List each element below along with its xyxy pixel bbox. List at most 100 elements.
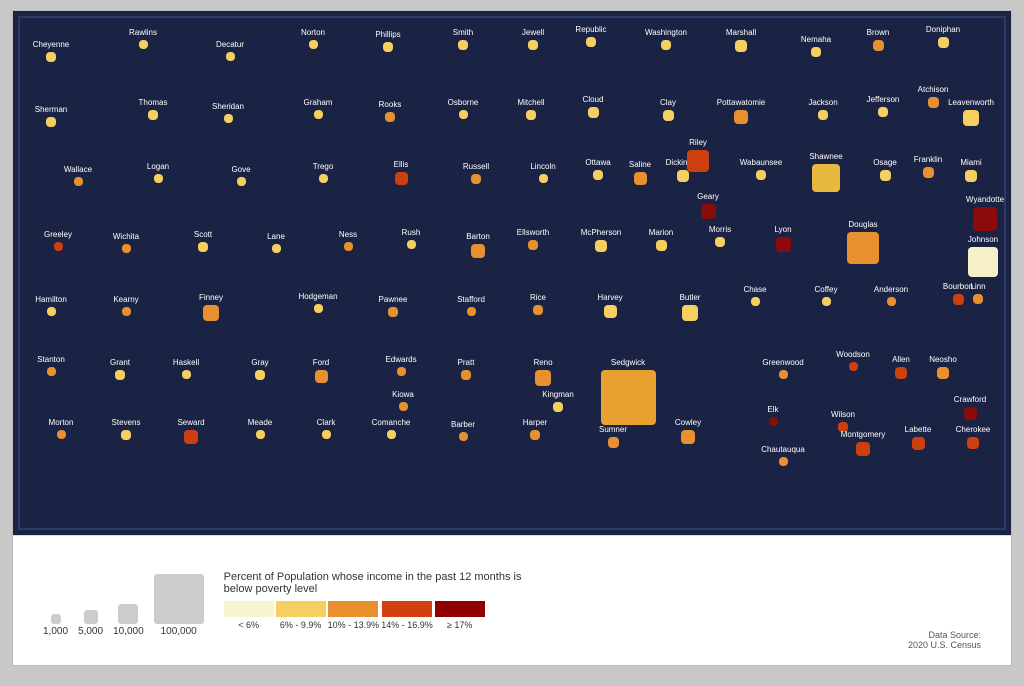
county-jefferson[interactable]: Jefferson	[863, 96, 903, 117]
county-nemaha[interactable]: Nemaha	[796, 36, 836, 57]
county-cowley[interactable]: Cowley	[666, 419, 710, 444]
county-hamilton[interactable]: Hamilton	[32, 296, 71, 316]
county-saline[interactable]: Saline	[619, 161, 662, 185]
county-rawlins[interactable]: Rawlins	[124, 29, 163, 49]
county-hodgeman[interactable]: Hodgeman	[299, 293, 338, 313]
county-rooks[interactable]: Rooks	[370, 101, 410, 122]
county-rush[interactable]: Rush	[392, 229, 431, 249]
county-haskell[interactable]: Haskell	[167, 359, 206, 379]
county-cloud[interactable]: Cloud	[573, 96, 614, 118]
county-thomas[interactable]: Thomas	[133, 99, 173, 120]
county-ness[interactable]: Ness	[329, 231, 368, 251]
county-gove[interactable]: Gove	[222, 166, 261, 186]
county-washington[interactable]: Washington	[646, 29, 686, 50]
county-kingman[interactable]: Kingman	[538, 391, 578, 412]
county-montgomery[interactable]: Montgomery	[841, 431, 885, 456]
county-wichita[interactable]: Wichita	[107, 233, 146, 253]
county-graham[interactable]: Graham	[299, 99, 338, 119]
county-scott[interactable]: Scott	[183, 231, 223, 252]
county-mcpherson[interactable]: McPherson	[580, 229, 622, 252]
county-edwards[interactable]: Edwards	[382, 356, 421, 376]
county-coffey[interactable]: Coffey	[807, 286, 846, 306]
county-wallace[interactable]: Wallace	[59, 166, 98, 186]
county-grant[interactable]: Grant	[100, 359, 140, 380]
county-seward[interactable]: Seward	[169, 419, 213, 444]
county-ellsworth[interactable]: Ellsworth	[513, 229, 553, 250]
county-comanche[interactable]: Comanche	[372, 419, 411, 439]
county-greenwood[interactable]: Greenwood	[764, 359, 803, 379]
county-morris[interactable]: Morris	[700, 226, 740, 247]
county-clark[interactable]: Clark	[307, 419, 346, 439]
county-miami[interactable]: Miami	[950, 159, 992, 182]
county-logan[interactable]: Logan	[139, 163, 178, 183]
county-marion[interactable]: Marion	[641, 229, 682, 251]
county-crawford[interactable]: Crawford	[949, 396, 992, 420]
county-geary[interactable]: Geary	[686, 193, 731, 219]
county-kearny[interactable]: Kearny	[107, 296, 146, 316]
county-anderson[interactable]: Anderson	[872, 286, 911, 306]
county-lane[interactable]: Lane	[257, 233, 296, 253]
county-clay[interactable]: Clay	[648, 99, 689, 121]
county-sheridan[interactable]: Sheridan	[209, 103, 248, 123]
county-franklin[interactable]: Franklin	[908, 156, 949, 178]
county-chautauqua[interactable]: Chautauqua	[764, 446, 803, 466]
county-greeley[interactable]: Greeley	[39, 231, 78, 251]
county-barton[interactable]: Barton	[456, 233, 500, 258]
county-morton[interactable]: Morton	[42, 419, 81, 439]
county-kiowa[interactable]: Kiowa	[384, 391, 423, 411]
county-lincoln[interactable]: Lincoln	[524, 163, 563, 183]
county-finney[interactable]: Finney	[188, 294, 234, 321]
county-chase[interactable]: Chase	[736, 286, 775, 306]
county-osborne[interactable]: Osborne	[444, 99, 483, 119]
county-doniphan[interactable]: Doniphan	[923, 26, 964, 48]
county-ford[interactable]: Ford	[300, 359, 343, 383]
county-butler[interactable]: Butler	[667, 294, 713, 321]
county-stafford[interactable]: Stafford	[452, 296, 491, 316]
county-bourbon[interactable]: Bourbon	[938, 283, 979, 305]
county-pratt[interactable]: Pratt	[446, 359, 486, 380]
county-cherokee[interactable]: Cherokee	[952, 426, 994, 449]
county-ellis[interactable]: Ellis	[380, 161, 423, 185]
county-johnson[interactable]: Johnson	[953, 236, 1011, 277]
county-meade[interactable]: Meade	[241, 419, 280, 439]
county-brown[interactable]: Brown	[858, 29, 899, 51]
county-pawnee[interactable]: Pawnee	[373, 296, 413, 317]
county-harvey[interactable]: Harvey	[589, 294, 632, 318]
county-decatur[interactable]: Decatur	[211, 41, 250, 61]
county-rice[interactable]: Rice	[518, 294, 558, 315]
county-osage[interactable]: Osage	[865, 159, 906, 181]
county-stevens[interactable]: Stevens	[106, 419, 146, 440]
county-riley[interactable]: Riley	[672, 139, 724, 172]
county-barber[interactable]: Barber	[444, 421, 483, 441]
county-wilson[interactable]: Wilson	[823, 411, 863, 432]
county-cheyenne[interactable]: Cheyenne	[31, 41, 71, 62]
county-ottawa[interactable]: Ottawa	[578, 159, 618, 180]
county-leavenworth[interactable]: Leavenworth	[948, 99, 994, 126]
county-labette[interactable]: Labette	[897, 426, 940, 450]
county-gray[interactable]: Gray	[240, 359, 280, 380]
county-marshall[interactable]: Marshall	[720, 29, 762, 52]
county-pottawatomie[interactable]: Pottawatomie	[719, 99, 763, 124]
county-lyon[interactable]: Lyon	[761, 226, 806, 252]
county-neosho[interactable]: Neosho	[922, 356, 964, 379]
county-phillips[interactable]: Phillips	[368, 31, 408, 52]
county-harper[interactable]: Harper	[515, 419, 555, 440]
county-smith[interactable]: Smith	[443, 29, 483, 50]
county-russell[interactable]: Russell	[456, 163, 496, 184]
county-republic[interactable]: Republic	[571, 26, 611, 47]
county-shawnee[interactable]: Shawnee	[797, 153, 855, 192]
county-mitchell[interactable]: Mitchell	[511, 99, 551, 120]
county-sumner[interactable]: Sumner	[593, 426, 634, 448]
county-norton[interactable]: Norton	[294, 29, 333, 49]
county-sherman[interactable]: Sherman	[31, 106, 71, 127]
county-wyandotte[interactable]: Wyandotte	[958, 196, 1011, 231]
county-douglas[interactable]: Douglas	[832, 221, 894, 264]
county-allen[interactable]: Allen	[880, 356, 922, 379]
county-elk[interactable]: Elk	[754, 406, 793, 426]
county-wabaunsee[interactable]: Wabaunsee	[741, 159, 781, 180]
county-sedgwick[interactable]: Sedgwick	[586, 359, 671, 425]
county-reno[interactable]: Reno	[520, 359, 566, 386]
county-jackson[interactable]: Jackson	[803, 99, 843, 120]
county-stanton[interactable]: Stanton	[32, 356, 71, 376]
county-jewell[interactable]: Jewell	[513, 29, 553, 50]
